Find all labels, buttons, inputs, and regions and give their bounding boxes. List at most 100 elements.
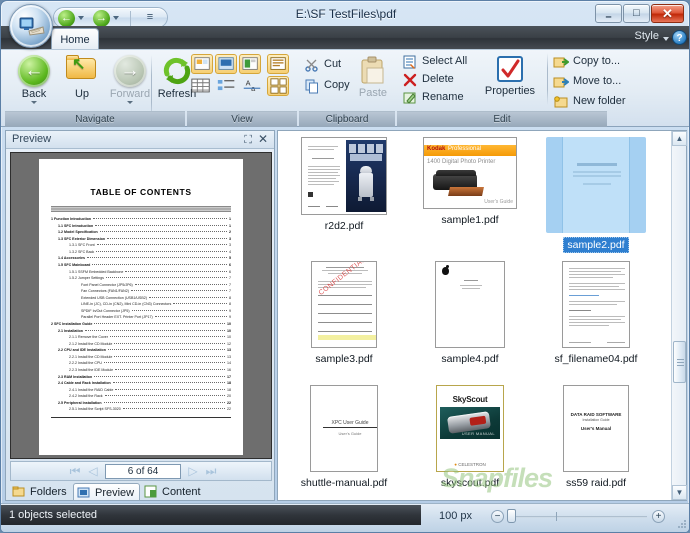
next-page-button[interactable]: ▷ <box>185 464 201 479</box>
toc-leader-dots <box>107 237 227 239</box>
qat-forward-dropdown[interactable] <box>113 16 120 21</box>
chevron-down-icon[interactable] <box>663 37 669 41</box>
preview-icon <box>77 486 91 500</box>
chevron-down-icon[interactable] <box>31 101 37 104</box>
file-item-shuttle-manual[interactable]: XPC User Guide User's Guide shuttle-manu… <box>280 385 408 509</box>
kodak-model: 1400 Digital Photo Printer <box>427 159 496 165</box>
file-item-skyscout[interactable]: SkyScout USER MANUAL ● CELESTRON skyscou… <box>406 385 534 509</box>
file-thumbnail <box>546 137 646 233</box>
preview-pane-header: Preview ⛶ ✕ <box>6 131 274 149</box>
pin-icon[interactable]: ⛶ <box>244 134 252 147</box>
chevron-down-icon[interactable] <box>127 101 133 104</box>
toc-entry-text: 2.5.1 Install the Script SFS-3020 <box>69 407 121 412</box>
preview-view-icon[interactable] <box>267 54 289 74</box>
back-arrow-icon: ← <box>61 12 72 24</box>
file-item-sample1[interactable]: Kodak Professional 1400 Digital Photo Pr… <box>406 137 534 261</box>
forward-button[interactable]: → Forward <box>105 53 155 107</box>
toc-entry-text: 1.4 Accessories <box>58 256 86 261</box>
file-item-sample4[interactable]: sample4.pdf <box>406 261 534 385</box>
file-item-ss59-raid[interactable]: DATA RAID SOFTWARE Installation Guide Us… <box>532 385 660 509</box>
zoom-slider-track[interactable] <box>511 516 647 518</box>
scroll-down-button[interactable]: ▼ <box>672 485 687 500</box>
close-icon[interactable]: ✕ <box>258 132 268 146</box>
sort-view-icon[interactable]: Aa <box>241 77 265 95</box>
resize-grip[interactable] <box>676 518 688 530</box>
file-item-sample2[interactable]: sample2.pdf <box>532 137 660 261</box>
preview-pane: Preview ⛶ ✕ TABLE OF CONTENTS 1 Function… <box>5 130 275 501</box>
pane-tab-content[interactable]: Content <box>141 483 206 501</box>
file-thumbnail-pane[interactable]: r2d2.pdf Kodak Professional 1400 Digital… <box>277 130 687 501</box>
preview-document-viewport[interactable]: TABLE OF CONTENTS 1 Function Introductio… <box>10 152 272 459</box>
scrollbar-thumb[interactable] <box>673 341 686 383</box>
properties-button[interactable]: Properties <box>479 52 541 106</box>
toc-entry-page: 7 <box>229 282 231 287</box>
grid-view-icon[interactable] <box>190 77 214 95</box>
file-item-r2d2[interactable]: r2d2.pdf <box>280 137 408 261</box>
zoom-in-button[interactable]: + <box>652 510 665 523</box>
maximize-button[interactable]: □ <box>623 4 650 23</box>
qat-back-dropdown[interactable] <box>78 16 85 21</box>
vertical-scrollbar[interactable]: ▲ ▼ <box>671 131 687 500</box>
toc-entry-text: 2.2.3 Install the IDE Module <box>69 367 114 372</box>
last-page-button[interactable]: ⏭ <box>203 464 219 479</box>
qat-forward-button[interactable]: → <box>93 10 110 27</box>
first-page-button[interactable]: ⏮ <box>67 464 83 479</box>
close-button[interactable]: ✕ <box>651 4 684 23</box>
toc-entry-page: 5 <box>229 256 231 261</box>
highlight-mark <box>318 335 376 340</box>
toc-leader-dots <box>112 382 225 384</box>
file-thumbnail <box>562 261 630 348</box>
application-orb-button[interactable] <box>9 4 53 48</box>
toc-leader-dots <box>103 401 225 403</box>
raid-line2: Installation Guide <box>582 418 610 422</box>
back-button[interactable]: ← Back <box>9 53 59 107</box>
minimize-button[interactable]: – <box>595 4 622 23</box>
raid-line3: User's Manual <box>580 426 612 431</box>
ribbon-group-view: Aa View <box>187 51 297 127</box>
select-all-icon <box>402 54 418 70</box>
maximize-icon: □ <box>633 7 640 19</box>
page-number-field[interactable]: 6 of 64 <box>105 464 181 479</box>
previous-page-button[interactable]: ◁ <box>85 464 101 479</box>
toc-entry-text: 1.3 SFC Exterior Dimension <box>58 236 106 241</box>
toc-row: 1.1 SFC Introduction 1 <box>51 223 231 229</box>
content-icon <box>144 485 158 499</box>
qat-overflow-button[interactable]: ≡ <box>142 11 158 23</box>
style-menu-button[interactable]: Style <box>635 30 659 42</box>
file-name: skyscout.pdf <box>440 477 500 489</box>
side-by-side-view-icon[interactable] <box>267 76 289 96</box>
small-icons-view-icon[interactable] <box>216 77 240 95</box>
pane-tab-folders[interactable]: Folders <box>9 483 72 501</box>
toc-row: 2.4.2 Install the Rack 20 <box>51 394 231 399</box>
toc-entry-text: 2 SFC Installation Guide <box>51 322 93 326</box>
qat-back-button[interactable]: ← <box>58 10 75 27</box>
tiles-view-icon[interactable] <box>239 54 261 74</box>
toc-row: 2.4 Cable and Rack Installation 18 <box>51 381 231 386</box>
pane-tab-preview[interactable]: Preview <box>73 483 141 501</box>
paste-button[interactable]: Paste <box>351 53 395 107</box>
file-thumbnail: SkyScout USER MANUAL ● CELESTRON <box>436 385 504 472</box>
tab-home[interactable]: Home <box>51 28 99 51</box>
close-icon: ✕ <box>662 6 673 21</box>
help-button[interactable]: ? <box>672 30 687 45</box>
back-button-label: Back <box>21 88 47 100</box>
file-item-sf-filename04[interactable]: sf_filename04.pdf <box>532 261 660 385</box>
raid-line1: DATA RAID SOFTWARE <box>570 412 622 417</box>
move-to-label: Move to... <box>573 75 622 87</box>
scroll-up-button[interactable]: ▲ <box>672 131 687 146</box>
toc-entry-page: 1 <box>229 223 231 228</box>
kodak-brand: Kodak <box>427 146 446 152</box>
paste-icon <box>359 56 387 86</box>
zoom-out-button[interactable]: − <box>491 510 504 523</box>
zoom-slider-handle[interactable] <box>507 509 516 523</box>
toc-row: 2.2 CPU and IDE Installation 13 <box>51 348 231 353</box>
file-item-sample3[interactable]: CONFIDENTIAL sample3.pdf <box>280 261 408 385</box>
toc-entry-page: 7 <box>229 276 231 281</box>
filmstrip-view-icon[interactable] <box>215 54 237 74</box>
thumbnails-view-icon[interactable] <box>191 54 213 74</box>
toc-entry-page: 10 <box>227 335 231 340</box>
computer-monitor-icon <box>19 17 45 36</box>
up-button[interactable]: ↖ Up <box>57 53 107 107</box>
file-thumbnail: Kodak Professional 1400 Digital Photo Pr… <box>423 137 517 209</box>
rename-label: Rename <box>422 91 464 103</box>
